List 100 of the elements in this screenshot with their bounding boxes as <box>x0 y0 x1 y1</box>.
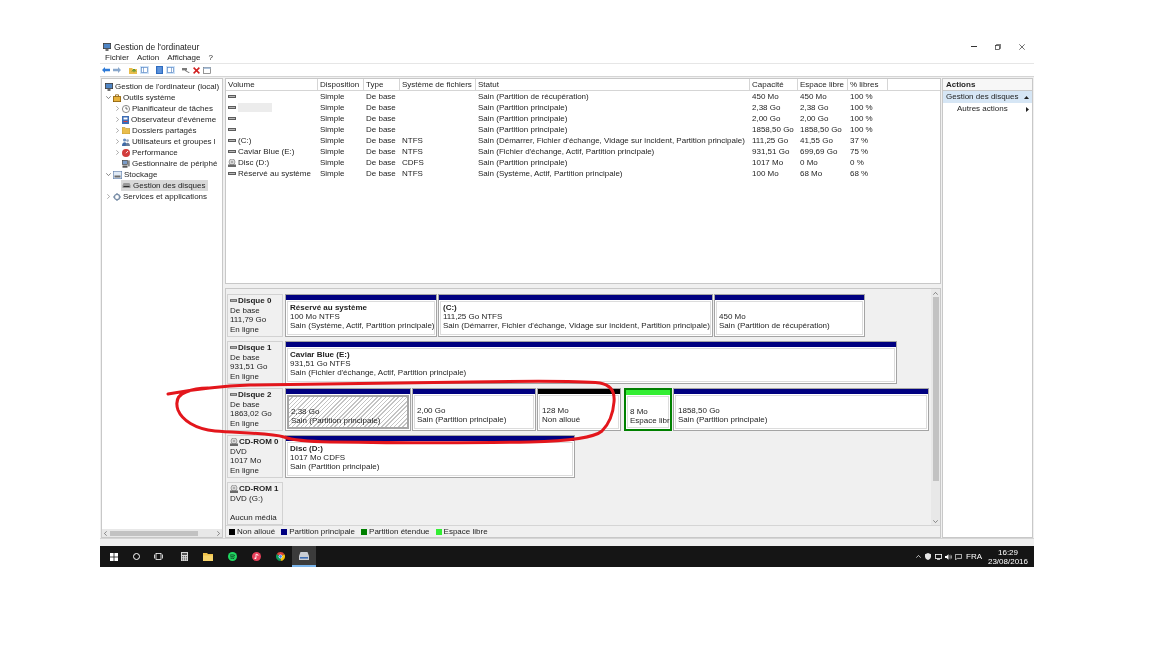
speaker-icon[interactable] <box>944 553 952 560</box>
column-header[interactable]: Type <box>364 79 400 90</box>
partition[interactable]: 8 Mo Espace libr <box>624 388 672 431</box>
scroll-right-icon[interactable] <box>217 530 220 536</box>
chevron-down-icon[interactable] <box>106 96 111 99</box>
partition-size: 1858,50 Go <box>678 406 720 415</box>
table-cell-text: 1858,50 Go <box>751 124 795 135</box>
notebook-icon[interactable] <box>122 115 129 124</box>
table-cell-text: De base <box>365 135 397 146</box>
connector-icon[interactable] <box>182 67 190 73</box>
clock-icon[interactable] <box>122 104 130 113</box>
column-header[interactable]: Système de fichiers <box>400 79 476 90</box>
partition[interactable]: Caviar Blue (E:) 931,51 Go NTFS Sain (Fichier d'échange, Actif, Partition principale) <box>285 341 897 384</box>
vertical-scrollbar[interactable] <box>931 289 940 525</box>
users-icon[interactable] <box>122 137 130 146</box>
chevron-up-icon[interactable] <box>916 555 921 558</box>
panel-icon[interactable] <box>140 66 149 74</box>
table-cell-text: De base <box>365 146 397 157</box>
column-header[interactable]: Disposition <box>318 79 364 90</box>
partition-status: Sain (Partition principale) <box>291 416 381 425</box>
table-cell-text: NTFS <box>401 135 424 146</box>
shield-icon[interactable] <box>925 553 931 560</box>
drive-icon <box>230 393 237 397</box>
menu-item[interactable]: Fichier <box>105 53 129 63</box>
table-cell-text: Sain (Partition de récupération) <box>477 91 590 102</box>
table-cell-text: Simple <box>319 135 346 146</box>
partition[interactable]: Réservé au système 100 Mo NTFS Sain (Système, Actif, Partition principale) <box>285 294 437 337</box>
restore-icon[interactable] <box>995 43 1001 50</box>
table-cell: (C:) <box>238 135 252 146</box>
partition-name: Réservé au système <box>290 303 367 312</box>
scroll-up-icon[interactable] <box>933 291 938 295</box>
tree-item[interactable]: Performance <box>121 147 180 158</box>
chevron-down-icon[interactable] <box>106 173 111 176</box>
partition[interactable]: Disc (D:) 1017 Mo CDFS Sain (Partition principale) <box>285 435 575 478</box>
clock-time[interactable]: 16:29 <box>998 547 1018 557</box>
close-icon[interactable] <box>1019 43 1025 50</box>
tree-item[interactable]: Gestion des disques <box>121 180 208 191</box>
column-header[interactable]: Statut <box>476 79 750 90</box>
scrollbar-thumb[interactable] <box>932 297 939 481</box>
drive-icon[interactable] <box>299 551 309 560</box>
folder-up-icon[interactable] <box>129 66 137 74</box>
partition[interactable]: 2,00 Go Sain (Partition principale) <box>412 388 536 431</box>
window-icon[interactable] <box>203 66 211 74</box>
column-header[interactable]: Espace libre <box>798 79 848 90</box>
tree-item[interactable]: Dossiers partagés <box>121 125 199 136</box>
message-icon[interactable] <box>954 553 962 560</box>
partition-status: Sain (Partition principale) <box>678 415 768 424</box>
menu-item[interactable]: ? <box>208 53 213 63</box>
calculator-icon[interactable] <box>180 552 188 561</box>
computer-icon[interactable] <box>105 82 113 91</box>
partition[interactable]: (C:) 111,25 Go NTFS Sain (Démarrer, Fichier d'échange, Vidage sur incident, Partition principale) <box>438 294 713 337</box>
scroll-left-icon[interactable] <box>104 530 107 536</box>
tree-item[interactable]: Gestion de l'ordinateur (local) <box>104 81 222 92</box>
actions-section[interactable]: Gestion des disques <box>943 91 1032 103</box>
monitor-icon[interactable] <box>934 553 942 560</box>
column-header[interactable]: Volume <box>226 79 318 90</box>
language-indicator[interactable]: FRA <box>963 550 985 563</box>
menu-item[interactable]: Affichage <box>167 53 201 63</box>
disk-name: Disque 0 <box>238 296 272 306</box>
music-note-icon[interactable] <box>251 552 261 561</box>
tree-item[interactable]: Outils système <box>112 92 178 103</box>
tree-item[interactable]: Utilisateurs et groupes l <box>121 136 218 147</box>
partition[interactable]: 450 Mo Sain (Partition de récupération) <box>714 294 865 337</box>
table-cell-text: Simple <box>319 91 346 102</box>
disk-size: 1863,02 Go <box>230 409 272 419</box>
search-icon[interactable] <box>132 553 140 560</box>
gauge-icon[interactable] <box>122 148 130 157</box>
menu-item[interactable]: Action <box>137 53 160 63</box>
table-cell-text: Simple <box>319 168 346 179</box>
partition[interactable]: 2,38 Go Sain (Partition principale) <box>285 388 411 431</box>
tree-item[interactable]: Services et applications <box>112 191 210 202</box>
action-link[interactable]: Autres actions <box>943 103 1032 115</box>
storage-icon[interactable] <box>113 170 122 179</box>
scrollbar-thumb[interactable] <box>110 530 198 536</box>
panel-icon[interactable] <box>166 66 175 74</box>
column-header[interactable]: Capacité <box>750 79 798 90</box>
delete-icon[interactable] <box>193 66 200 74</box>
computer-icon[interactable] <box>122 159 130 168</box>
triangle-up-icon[interactable] <box>1024 95 1029 99</box>
stacked-windows-icon[interactable] <box>153 553 163 560</box>
arrow-left-icon[interactable] <box>102 67 110 73</box>
partition[interactable]: 1858,50 Go Sain (Partition principale) <box>673 388 929 431</box>
tree-item[interactable]: Planificateur de tâches <box>121 103 215 114</box>
toolbox-icon[interactable] <box>113 93 121 102</box>
partition[interactable]: 128 Mo Non alloué <box>537 388 621 431</box>
gear-icon[interactable] <box>113 192 121 201</box>
scroll-down-icon[interactable] <box>933 519 938 523</box>
table-cell: Caviar Blue (E:) <box>238 146 295 157</box>
tree-item[interactable]: Stockage <box>112 169 160 180</box>
segmented-circle-icon[interactable] <box>275 552 285 561</box>
clock-date[interactable]: 23/08/2016 <box>987 556 1028 566</box>
tree-item[interactable]: Observateur d'événeme <box>121 114 219 125</box>
folder-icon[interactable] <box>203 552 213 561</box>
tree-item[interactable]: Gestionnaire de périphé <box>121 158 220 169</box>
drive-icon[interactable] <box>122 183 131 188</box>
start-icon[interactable] <box>110 552 118 561</box>
horizontal-scrollbar[interactable] <box>102 529 222 537</box>
circle-waves-icon[interactable] <box>227 552 237 561</box>
taskbar-app[interactable] <box>292 546 316 567</box>
column-header[interactable]: % libres <box>848 79 888 90</box>
